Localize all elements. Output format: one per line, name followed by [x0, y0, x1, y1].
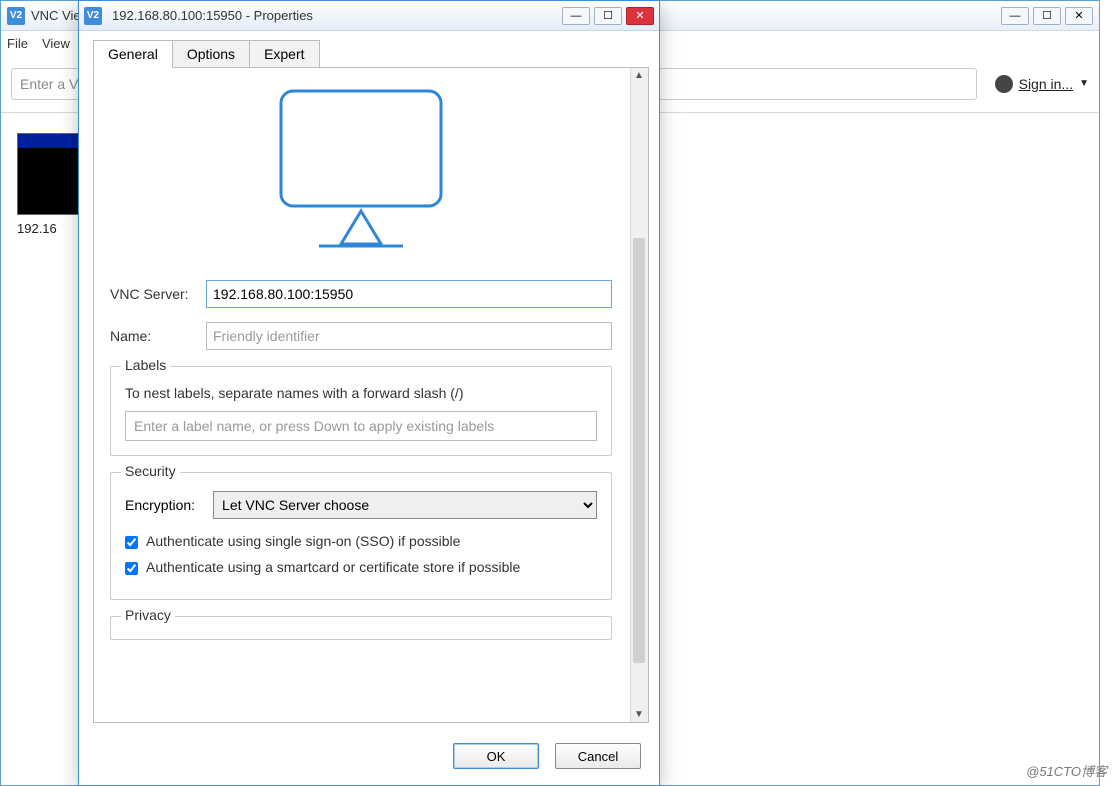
labels-hint: To nest labels, separate names with a fo… [125, 385, 597, 401]
dialog-maximize-button[interactable]: ☐ [594, 7, 622, 25]
name-label: Name: [110, 328, 206, 344]
bg-close-button[interactable]: ✕ [1065, 7, 1093, 25]
dialog-close-button[interactable]: ✕ [626, 7, 654, 25]
security-legend: Security [121, 463, 180, 479]
dialog-window-controls: — ☐ ✕ [562, 7, 654, 25]
monitor-icon [271, 86, 451, 256]
encryption-row: Encryption: Let VNC Server choose [125, 491, 597, 519]
scroll-up-icon[interactable]: ▲ [634, 70, 644, 81]
labels-group: Labels To nest labels, separate names wi… [110, 366, 612, 456]
smartcard-checkbox-row[interactable]: Authenticate using a smartcard or certif… [125, 559, 597, 575]
name-input[interactable] [206, 322, 612, 350]
cancel-button[interactable]: Cancel [555, 743, 641, 769]
user-avatar-icon [995, 75, 1013, 93]
labels-input[interactable] [125, 411, 597, 441]
privacy-legend: Privacy [121, 607, 175, 623]
vertical-scrollbar[interactable]: ▲ ▼ [630, 68, 648, 722]
ok-button[interactable]: OK [453, 743, 539, 769]
bg-window-controls: — ☐ ✕ [1001, 7, 1093, 25]
dialog-titlebar: V2 192.168.80.100:15950 - Properties — ☐… [79, 1, 659, 31]
menu-view[interactable]: View [42, 36, 70, 51]
tab-expert[interactable]: Expert [249, 40, 319, 68]
vnc-server-row: VNC Server: [110, 280, 612, 308]
encryption-select[interactable]: Let VNC Server choose [213, 491, 597, 519]
labels-legend: Labels [121, 357, 170, 373]
scroll-down-icon[interactable]: ▼ [634, 709, 644, 720]
properties-dialog: V2 192.168.80.100:15950 - Properties — ☐… [78, 0, 660, 786]
menu-file[interactable]: File [7, 36, 28, 51]
signin-menu[interactable]: Sign in... ▼ [995, 75, 1089, 93]
encryption-label: Encryption: [125, 497, 195, 513]
tabstrip: General Options Expert [79, 31, 659, 67]
dialog-button-row: OK Cancel [79, 731, 659, 785]
smartcard-checkbox[interactable] [125, 562, 138, 575]
scrollbar-thumb[interactable] [633, 238, 645, 663]
tab-options[interactable]: Options [172, 40, 250, 68]
privacy-group: Privacy [110, 616, 612, 640]
security-group: Security Encryption: Let VNC Server choo… [110, 472, 612, 600]
sso-checkbox-row[interactable]: Authenticate using single sign-on (SSO) … [125, 533, 597, 549]
bg-maximize-button[interactable]: ☐ [1033, 7, 1061, 25]
vnc-server-label: VNC Server: [110, 286, 206, 302]
sso-label: Authenticate using single sign-on (SSO) … [146, 533, 460, 549]
vnc-app-icon: V2 [7, 7, 25, 25]
chevron-down-icon: ▼ [1079, 78, 1089, 89]
smartcard-label: Authenticate using a smartcard or certif… [146, 559, 520, 575]
watermark: @51CTO博客 [1026, 761, 1107, 780]
dialog-minimize-button[interactable]: — [562, 7, 590, 25]
vnc-app-icon: V2 [84, 7, 102, 25]
vnc-server-input[interactable] [206, 280, 612, 308]
tab-general[interactable]: General [93, 40, 173, 68]
scroll-area: VNC Server: Name: Labels To nest labels,… [94, 68, 628, 722]
dialog-title: 192.168.80.100:15950 - Properties [112, 8, 562, 23]
bg-minimize-button[interactable]: — [1001, 7, 1029, 25]
sso-checkbox[interactable] [125, 536, 138, 549]
name-row: Name: [110, 322, 612, 350]
tab-panel-general: VNC Server: Name: Labels To nest labels,… [93, 67, 649, 723]
signin-label: Sign in... [1019, 76, 1073, 92]
